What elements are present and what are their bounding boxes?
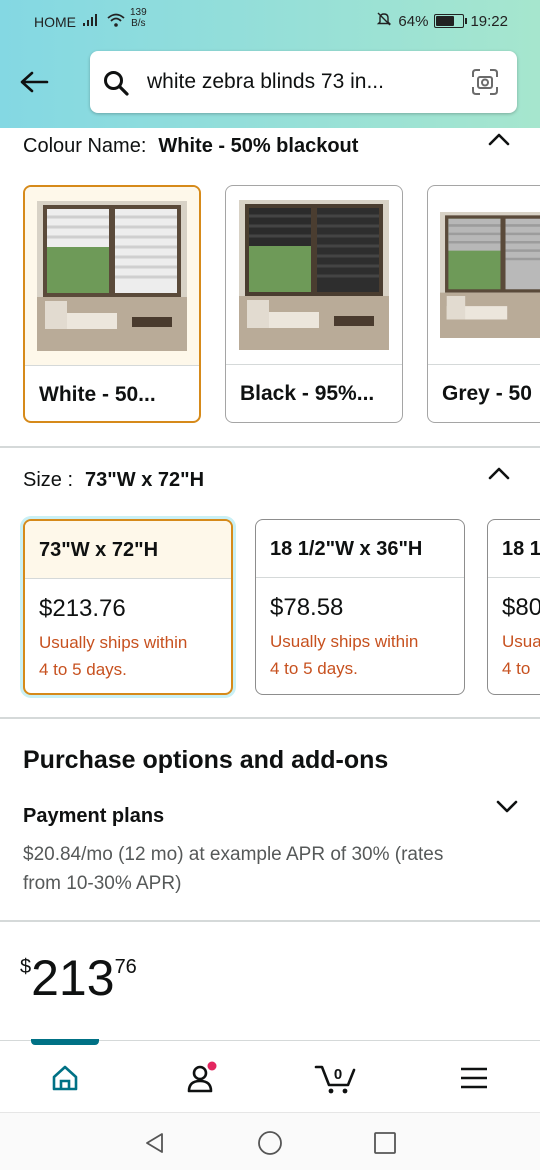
system-back-button[interactable] [142, 1130, 168, 1156]
size-row: Size : 73"W x 72"H [23, 469, 204, 492]
search-bar[interactable]: white zebra blinds 73 in... [90, 51, 517, 113]
system-navigation-bar [0, 1112, 540, 1170]
size-option-1[interactable]: 73"W x 72"H $213.76 Usually ships within… [23, 519, 233, 695]
battery-percent: 64% [398, 12, 429, 30]
net-speed: 139 B/s [130, 7, 147, 29]
colour-name-row: Colour Name: White - 50% blackout [23, 135, 358, 158]
cart-icon: 0 [314, 1065, 356, 1094]
payment-plans-expand-button[interactable] [496, 800, 518, 819]
purchase-options-heading: Purchase options and add-ons [23, 746, 389, 774]
size-option-price: $213.76 [39, 595, 126, 622]
swatch-image-black [226, 186, 402, 364]
colour-option-grey[interactable]: Grey - 50 [427, 185, 540, 423]
price-whole: 213 [31, 950, 115, 1006]
battery-icon [434, 14, 468, 28]
camera-scan-icon[interactable] [471, 68, 499, 101]
status-bar: HOME 139 B/s 64% 19:22 [0, 0, 540, 40]
size-label: Size : [23, 469, 74, 491]
nav-cart[interactable]: 0 [306, 1055, 366, 1101]
status-left: HOME [34, 12, 126, 31]
hamburger-menu-icon [461, 1067, 487, 1089]
size-option-price: $78.58 [270, 594, 344, 621]
cart-count: 0 [334, 1066, 342, 1083]
signal-icon [82, 13, 100, 30]
active-tab-indicator [31, 1039, 99, 1045]
swatch-image-white [25, 187, 199, 365]
colour-option-label: Black - 95%... [226, 364, 402, 422]
payment-plans-description: $20.84/mo (12 mo) at example APR of 30% … [23, 844, 444, 894]
size-collapse-button[interactable] [488, 466, 510, 485]
nav-home[interactable] [35, 1055, 95, 1101]
divider [0, 920, 540, 922]
payment-plans-title[interactable]: Payment plans [23, 805, 164, 828]
shipping-line-2: 4 to 5 days. [39, 660, 127, 679]
chevron-down-icon [496, 800, 518, 813]
shipping-line-1: Usually ships within [270, 632, 419, 651]
net-speed-unit: B/s [131, 18, 146, 29]
bottom-nav-bar: 0 [0, 1039, 540, 1112]
circle-home-icon [258, 1131, 282, 1155]
home-icon [52, 1065, 78, 1091]
colour-label: Colour Name: [23, 135, 147, 157]
clock: 19:22 [470, 12, 508, 30]
mute-bell-icon [376, 11, 392, 31]
wifi-icon [106, 12, 126, 31]
product-price: $21376 [20, 946, 137, 1010]
divider [0, 446, 540, 448]
size-selected: 73"W x 72"H [85, 469, 205, 491]
system-recents-button[interactable] [372, 1130, 398, 1156]
size-option-2[interactable]: 18 1/2"W x 36"H $78.58 Usually ships wit… [255, 519, 465, 695]
price-currency: $ [20, 956, 32, 978]
size-option-shipping: Usually ships within 4 to 5 days. [25, 623, 231, 683]
size-option-name: 73"W x 72"H [25, 521, 231, 579]
size-option-3[interactable]: 18 1 $80 Usua 4 to [487, 519, 540, 695]
search-icon [102, 69, 130, 102]
size-option-shipping: Usually ships within 4 to 5 days. [256, 622, 464, 682]
search-input[interactable]: white zebra blinds 73 in... [147, 70, 447, 94]
battery-fill [436, 16, 455, 26]
colour-collapse-button[interactable] [488, 132, 510, 151]
size-option-price: $80 [502, 594, 540, 621]
colour-selected: White - 50% blackout [158, 135, 359, 157]
account-icon [187, 1061, 217, 1093]
back-button[interactable] [16, 64, 52, 100]
colour-option-label: White - 50... [25, 365, 199, 421]
colour-option-white[interactable]: White - 50... [23, 185, 201, 423]
net-speed-value: 139 [130, 7, 147, 18]
shipping-line-1: Usua [502, 632, 540, 651]
shipping-line-2: 4 to [502, 659, 531, 678]
arrow-left-icon [20, 71, 49, 93]
size-option-shipping: Usua 4 to [488, 622, 540, 682]
status-right: 64% 19:22 [376, 11, 508, 31]
swatch-image-grey [428, 186, 540, 364]
system-home-button[interactable] [257, 1130, 283, 1156]
price-fraction: 76 [114, 956, 137, 978]
chevron-up-icon [488, 467, 510, 480]
shipping-line-2: 4 to 5 days. [270, 659, 358, 678]
square-recents-icon [374, 1132, 396, 1154]
triangle-back-icon [146, 1133, 163, 1153]
colour-option-label: Grey - 50 [428, 364, 540, 422]
carrier-label: HOME [34, 13, 76, 30]
chevron-up-icon [488, 133, 510, 146]
colour-option-black[interactable]: Black - 95%... [225, 185, 403, 423]
size-option-name: 18 1/2"W x 36"H [256, 520, 464, 578]
size-option-name: 18 1 [488, 520, 540, 578]
divider [0, 717, 540, 719]
shipping-line-1: Usually ships within [39, 633, 188, 652]
nav-account[interactable] [172, 1055, 232, 1101]
nav-menu[interactable] [444, 1055, 504, 1101]
